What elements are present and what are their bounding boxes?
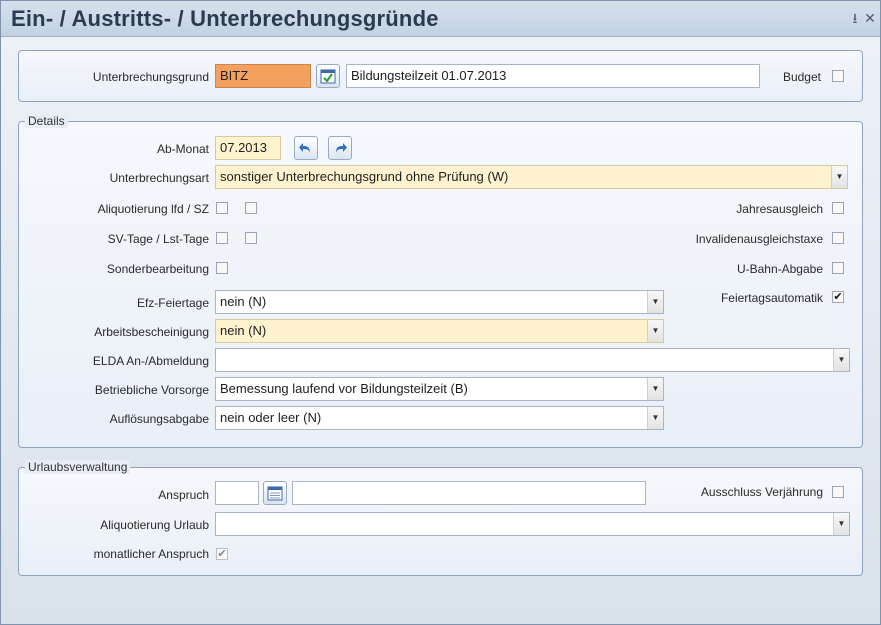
anspruch-label: Anspruch xyxy=(158,488,209,502)
calendar-icon xyxy=(267,486,283,501)
chevron-down-icon: ▼ xyxy=(833,513,849,535)
arbeitsbescheinigung-select[interactable]: nein (N) ▼ xyxy=(215,319,664,343)
urlaub-legend: Urlaubsverwaltung xyxy=(25,460,131,474)
jahresausgleich-label: Jahresausgleich xyxy=(736,202,823,216)
ausschluss-verjaehrung-checkbox[interactable] xyxy=(832,486,844,498)
undo-button[interactable] xyxy=(294,136,318,160)
ab-monat-label: Ab-Monat xyxy=(156,142,209,156)
vorsorge-label: Betriebliche Vorsorge xyxy=(94,383,209,397)
efz-feiertage-label: Efz-Feiertage xyxy=(136,296,209,310)
calendar-button[interactable] xyxy=(263,481,287,505)
unterbrechungsart-label: Unterbrechungsart xyxy=(109,171,209,185)
chevron-down-icon: ▼ xyxy=(831,166,847,188)
aliquotierung-urlaub-select[interactable]: ▼ xyxy=(215,512,850,536)
aliquotierung-urlaub-label: Aliquotierung Urlaub xyxy=(100,518,209,532)
aufloesungsabgabe-value: nein oder leer (N) xyxy=(220,410,322,425)
aufloesungsabgabe-label: Auflösungsabgabe xyxy=(109,412,209,426)
anspruch-text-field[interactable] xyxy=(292,481,646,505)
window-title: Ein- / Austritts- / Unterbrechungsgründe xyxy=(11,6,439,31)
close-icon[interactable]: ✕ xyxy=(863,10,877,26)
redo-button[interactable] xyxy=(328,136,352,160)
invalidenausgleichstaxe-label: Invalidenausgleichstaxe xyxy=(695,232,823,246)
chevron-down-icon: ▼ xyxy=(647,378,663,400)
arbeitsbescheinigung-value: nein (N) xyxy=(220,323,267,338)
calendar-check-button[interactable] xyxy=(316,64,340,88)
aliquotierung-label: Aliquotierung lfd / SZ xyxy=(97,202,209,216)
undo-arrow-icon xyxy=(299,143,310,153)
sonderbearbeitung-checkbox[interactable] xyxy=(216,262,228,274)
chevron-down-icon: ▼ xyxy=(647,291,663,313)
details-group: Details Ab-Monat 07.2013 Unterbrechungsa… xyxy=(18,114,863,448)
sv-tage-checkbox[interactable] xyxy=(216,232,228,244)
chevron-down-icon: ▼ xyxy=(647,320,663,342)
ab-monat-field[interactable]: 07.2013 xyxy=(215,136,281,160)
aufloesungsabgabe-select[interactable]: nein oder leer (N) ▼ xyxy=(215,406,664,430)
sonderbearbeitung-label: Sonderbearbeitung xyxy=(106,262,209,276)
lst-tage-checkbox[interactable] xyxy=(245,232,257,244)
arbeitsbescheinigung-label: Arbeitsbescheinigung xyxy=(94,325,209,339)
redo-arrow-icon xyxy=(336,143,347,153)
vorsorge-select[interactable]: Bemessung laufend vor Bildungsteilzeit (… xyxy=(215,377,664,401)
unterbrechungsart-value: sonstiger Unterbrechungsgrund ohne Prüfu… xyxy=(220,169,509,184)
vorsorge-value: Bemessung laufend vor Bildungsteilzeit (… xyxy=(220,381,468,396)
chevron-down-icon: ▼ xyxy=(833,349,849,371)
budget-label: Budget xyxy=(782,70,821,84)
calendar-check-icon xyxy=(320,69,336,84)
ausschluss-verjaehrung-label: Ausschluss Verjährung xyxy=(700,485,823,499)
dialog-window: Ein- / Austritts- / Unterbrechungsgründe… xyxy=(0,0,881,625)
elda-label: ELDA An-/Abmeldung xyxy=(92,354,209,368)
u-bahn-abgabe-checkbox[interactable] xyxy=(832,262,844,274)
urlaub-group: Urlaubsverwaltung Anspruch Ausschluss Ve… xyxy=(18,460,863,576)
anspruch-field[interactable] xyxy=(215,481,259,505)
budget-checkbox[interactable] xyxy=(832,70,844,82)
reason-group: Unterbrechungsgrund BITZ Bildungsteilzei… xyxy=(18,50,863,102)
aliquotierung-sz-checkbox[interactable] xyxy=(245,202,257,214)
reason-code-field[interactable]: BITZ xyxy=(215,64,311,88)
reason-text-field[interactable]: Bildungsteilzeit 01.07.2013 xyxy=(346,64,760,88)
invalidenausgleichstaxe-checkbox[interactable] xyxy=(832,232,844,244)
monatlicher-anspruch-label: monatlicher Anspruch xyxy=(93,547,209,561)
aliquotierung-lfd-checkbox[interactable] xyxy=(216,202,228,214)
elda-select[interactable]: ▼ xyxy=(215,348,850,372)
efz-feiertage-select[interactable]: nein (N) ▼ xyxy=(215,290,664,314)
monatlicher-anspruch-checkbox[interactable]: ✔ xyxy=(216,548,228,560)
jahresausgleich-checkbox[interactable] xyxy=(832,202,844,214)
details-legend: Details xyxy=(25,114,68,128)
feiertagsautomatik-checkbox[interactable]: ✔ xyxy=(832,291,844,303)
minimize-icon[interactable]: ⭳ xyxy=(848,10,862,26)
reason-label: Unterbrechungsgrund xyxy=(92,70,209,84)
unterbrechungsart-select[interactable]: sonstiger Unterbrechungsgrund ohne Prüfu… xyxy=(215,165,848,189)
efz-feiertage-value: nein (N) xyxy=(220,294,267,309)
sv-tage-label: SV-Tage / Lst-Tage xyxy=(107,232,209,246)
u-bahn-abgabe-label: U-Bahn-Abgabe xyxy=(736,262,823,276)
chevron-down-icon: ▼ xyxy=(647,407,663,429)
title-bar: Ein- / Austritts- / Unterbrechungsgründe… xyxy=(1,1,880,37)
